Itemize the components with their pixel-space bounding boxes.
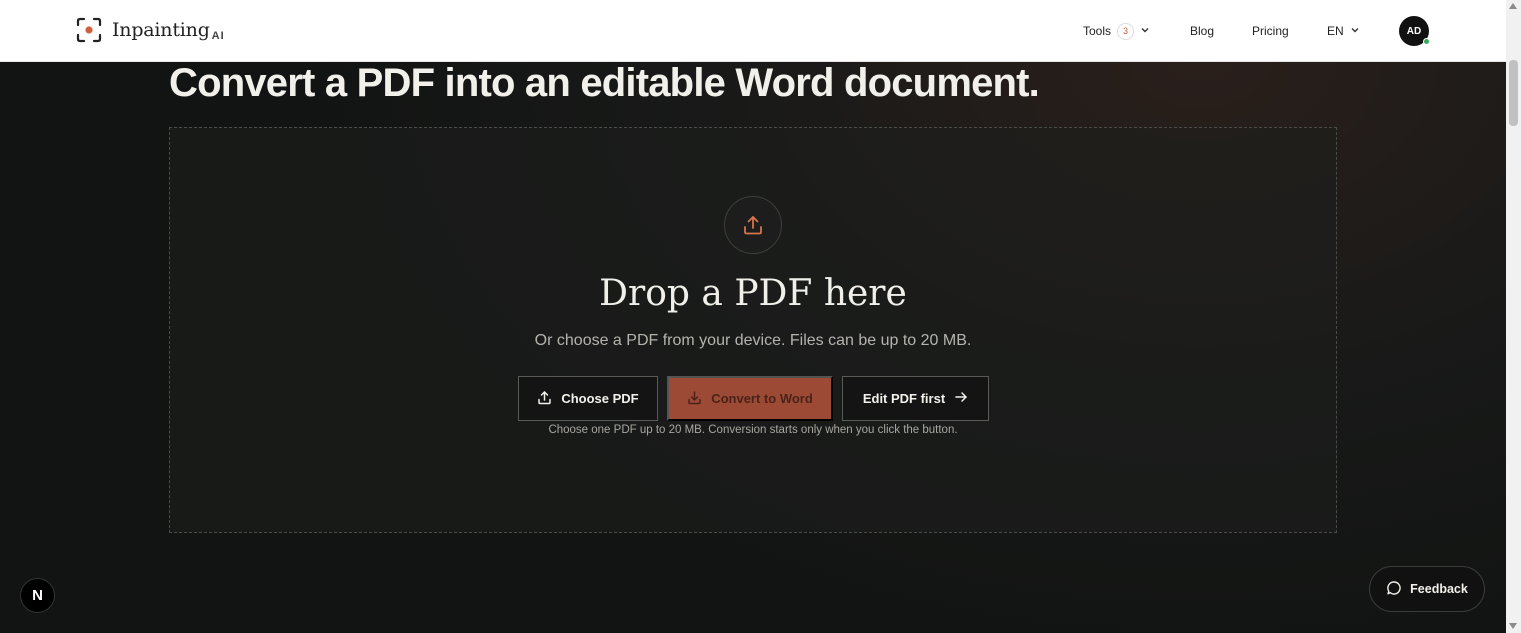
- download-icon: [687, 390, 702, 408]
- avatar-initials: AD: [1406, 25, 1422, 37]
- feedback-label: Feedback: [1410, 582, 1468, 596]
- tools-count-badge: 3: [1117, 22, 1135, 40]
- scrollbar-thumb[interactable]: [1509, 60, 1518, 126]
- online-status-dot: [1423, 38, 1430, 45]
- edit-pdf-first-button[interactable]: Edit PDF first: [842, 376, 989, 421]
- dropzone-subtitle: Or choose a PDF from your device. Files …: [534, 332, 972, 349]
- choose-pdf-button[interactable]: Choose PDF: [518, 376, 658, 421]
- arrow-right-icon: [954, 390, 968, 407]
- scroll-up-arrow-icon[interactable]: [1509, 3, 1517, 9]
- top-navbar: Inpainting AI Tools 3 Blog Pricing EN AD: [0, 0, 1506, 62]
- convert-to-word-button[interactable]: Convert to Word: [667, 376, 833, 421]
- chat-bubble-icon: [1386, 580, 1402, 599]
- logo[interactable]: Inpainting AI: [76, 17, 225, 43]
- feedback-button[interactable]: Feedback: [1369, 566, 1485, 612]
- user-avatar[interactable]: AD: [1399, 16, 1430, 46]
- edit-pdf-first-label: Edit PDF first: [862, 391, 946, 406]
- nav-pricing-link[interactable]: Pricing: [1252, 0, 1289, 62]
- chevron-down-icon: [1140, 24, 1150, 38]
- logo-text: Inpainting AI: [112, 19, 225, 42]
- chevron-down-icon: [1350, 24, 1360, 38]
- nav-tools-label: Tools: [1083, 24, 1112, 38]
- page-title: Convert a PDF into an editable Word docu…: [169, 61, 1040, 105]
- upload-icon: [724, 196, 782, 254]
- upload-icon: [537, 390, 552, 408]
- nextjs-devtools-button[interactable]: N: [20, 578, 55, 613]
- nav-tools-menu[interactable]: Tools 3: [1083, 0, 1150, 62]
- dropzone-title: Drop a PDF here: [599, 273, 907, 314]
- logo-focus-icon: [76, 17, 102, 43]
- convert-to-word-label: Convert to Word: [711, 391, 813, 406]
- pdf-dropzone[interactable]: Drop a PDF here Or choose a PDF from you…: [169, 127, 1337, 533]
- scroll-down-arrow-icon[interactable]: [1509, 623, 1517, 629]
- page: Inpainting AI Tools 3 Blog Pricing EN AD …: [0, 0, 1506, 633]
- vertical-scrollbar[interactable]: [1506, 0, 1521, 633]
- dropzone-hint: Choose one PDF up to 20 MB. Conversion s…: [548, 424, 958, 436]
- language-label: EN: [1327, 24, 1344, 38]
- nav-blog-link[interactable]: Blog: [1190, 0, 1214, 62]
- language-selector[interactable]: EN: [1327, 0, 1360, 62]
- choose-pdf-label: Choose PDF: [561, 391, 639, 406]
